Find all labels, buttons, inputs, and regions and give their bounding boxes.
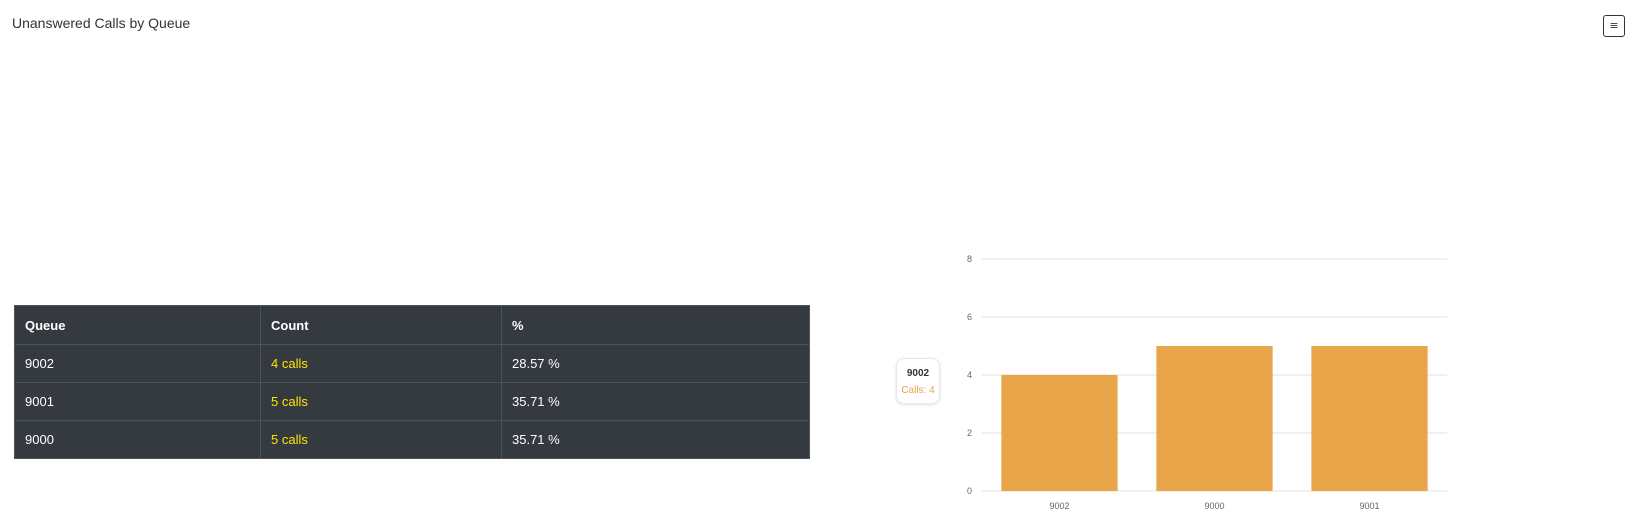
chart-tooltip: 9002 Calls: 4 <box>896 358 940 404</box>
bar-9000 <box>1156 346 1273 491</box>
bar-chart: 0 2 4 6 8 9002 9000 9001 <box>967 254 1447 511</box>
y-tick-label: 4 <box>967 370 972 380</box>
y-tick-label: 8 <box>967 254 972 264</box>
y-tick-label: 2 <box>967 428 972 438</box>
y-tick-label: 6 <box>967 312 972 322</box>
bar-9001 <box>1311 346 1428 491</box>
x-tick-label: 9002 <box>1049 501 1069 511</box>
x-tick-label: 9001 <box>1359 501 1379 511</box>
bar-9002 <box>1001 375 1118 491</box>
tooltip-title: 9002 <box>906 368 930 379</box>
y-tick-label: 0 <box>967 486 972 496</box>
x-tick-label: 9000 <box>1204 501 1224 511</box>
tooltip-value: Calls: 4 <box>901 385 935 396</box>
